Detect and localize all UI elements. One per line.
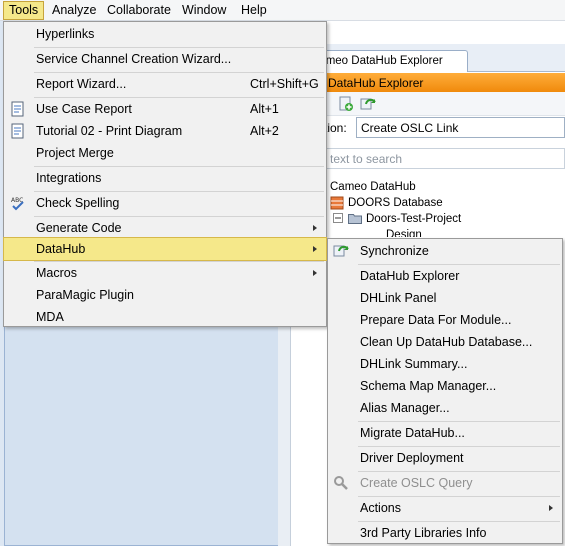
menu-tools[interactable]: Tools [3,1,45,20]
menu-item-generate-code[interactable]: Generate Code [4,217,326,239]
menu-item-tutorial[interactable]: Tutorial 02 - Print Diagram Alt+2 [4,120,326,142]
menu-analyze[interactable]: Analyze [47,2,101,20]
menu-item-label: Schema Map Manager... [360,379,497,393]
datahub-explorer-titlebar: DataHub Explorer [290,73,565,92]
menu-item-label: Project Merge [36,146,114,160]
menu-item-prepare-data[interactable]: Prepare Data For Module... [328,309,562,331]
menu-item-label: DHLink Summary... [360,357,468,371]
action-select[interactable]: Create OSLC Link [356,117,565,138]
add-source-icon[interactable] [338,96,354,112]
menu-item-mda[interactable]: MDA [4,306,326,328]
tree-root[interactable]: Cameo DataHub [330,181,416,193]
menu-item-hyperlinks[interactable]: Hyperlinks [4,23,326,45]
search-placeholder: text to search [330,152,403,166]
menu-item-label: DataHub [36,242,86,256]
action-label: tion: [324,121,347,135]
menu-item-label: Alias Manager... [360,401,450,415]
menu-item-report-wizard[interactable]: Report Wizard... Ctrl+Shift+G [4,73,326,95]
collapse-icon[interactable] [333,213,343,223]
spellcheck-icon: ABC [11,197,24,211]
menu-item-label: Generate Code [36,221,122,235]
menu-item-third-party-libraries[interactable]: 3rd Party Libraries Info [328,522,562,544]
database-icon [330,196,344,210]
tree-doors-database[interactable]: DOORS Database [348,197,443,209]
menu-item-label: ParaMagic Plugin [36,288,134,302]
menu-item-migrate[interactable]: Migrate DataHub... [328,422,562,444]
menu-item-label: Prepare Data For Module... [360,313,512,327]
shortcut-label: Alt+1 [250,102,279,116]
menu-item-paramagic[interactable]: ParaMagic Plugin [4,284,326,306]
sync-icon [333,245,349,257]
submenu-arrow-icon [313,270,317,276]
menu-item-label: Hyperlinks [36,27,95,41]
menu-item-actions[interactable]: Actions [328,497,562,519]
shortcut-label: Alt+2 [250,124,279,138]
menu-bar: Tools Analyze Collaborate Window Help [0,0,565,21]
menu-item-datahub-explorer[interactable]: DataHub Explorer [328,265,562,287]
menu-item-label: DHLink Panel [360,291,437,305]
menu-item-label: Clean Up DataHub Database... [360,335,533,349]
menu-item-label: Driver Deployment [360,451,464,465]
tree-design[interactable]: Design [386,229,422,237]
search-input[interactable]: text to search [324,148,565,169]
menu-item-service-channel[interactable]: Service Channel Creation Wizard... [4,48,326,70]
menu-item-synchronize[interactable]: Synchronize [328,240,562,262]
menu-item-label: MDA [36,310,64,324]
search-icon [334,476,348,490]
menu-item-macros[interactable]: Macros [4,262,326,284]
menu-item-label: Tutorial 02 - Print Diagram [36,124,183,138]
menu-item-label: Service Channel Creation Wizard... [36,52,232,66]
menu-item-label: Report Wizard... [36,77,127,91]
menu-item-alias-manager[interactable]: Alias Manager... [328,397,562,419]
menu-item-project-merge[interactable]: Project Merge [4,142,326,164]
menu-item-label: 3rd Party Libraries Info [360,526,487,540]
submenu-arrow-icon [313,246,317,252]
shortcut-label: Ctrl+Shift+G [250,77,319,91]
menu-item-create-oslc-query[interactable]: Create OSLC Query [328,472,562,494]
action-select-value: Create OSLC Link [361,121,459,135]
menu-item-datahub[interactable]: DataHub [3,237,327,261]
menu-item-label: Use Case Report [36,102,132,116]
project-folder-icon [348,214,362,224]
menu-item-integrations[interactable]: Integrations [4,167,326,189]
tab-label: Cameo DataHub Explorer [311,55,443,67]
menu-collaborate[interactable]: Collaborate [102,2,176,20]
menu-item-label: Macros [36,266,77,280]
menu-help[interactable]: Help [236,2,272,20]
menu-item-check-spelling[interactable]: ABC Check Spelling [4,192,326,214]
menu-item-label: DataHub Explorer [360,269,460,283]
sync-icon[interactable] [360,96,376,112]
report-icon [11,101,24,117]
menu-item-label: Actions [360,501,401,515]
menu-item-use-case-report[interactable]: Use Case Report Alt+1 [4,98,326,120]
submenu-arrow-icon [549,505,553,511]
menu-window[interactable]: Window [177,2,231,20]
menu-item-label: Synchronize [360,244,429,258]
menu-item-schema-map[interactable]: Schema Map Manager... [328,375,562,397]
report-icon [11,123,24,139]
menu-item-dhlink-summary[interactable]: DHLink Summary... [328,353,562,375]
menu-item-label: Integrations [36,171,102,185]
datahub-explorer-title: DataHub Explorer [328,76,424,90]
menu-item-label: Check Spelling [36,196,120,210]
menu-item-label: Migrate DataHub... [360,426,465,440]
menu-item-clean-up[interactable]: Clean Up DataHub Database... [328,331,562,353]
menu-item-label: Create OSLC Query [360,476,473,490]
datahub-toolbar [290,92,565,116]
menu-item-driver-deployment[interactable]: Driver Deployment [328,447,562,469]
submenu-arrow-icon [313,225,317,231]
left-pane-content [4,321,282,546]
datahub-submenu: Synchronize DataHub Explorer DHLink Pane… [327,238,563,544]
tree-doors-test-project[interactable]: Doors-Test-Project [366,213,461,225]
menu-item-dhlink-panel[interactable]: DHLink Panel [328,287,562,309]
tools-menu: Hyperlinks Service Channel Creation Wiza… [3,21,327,327]
